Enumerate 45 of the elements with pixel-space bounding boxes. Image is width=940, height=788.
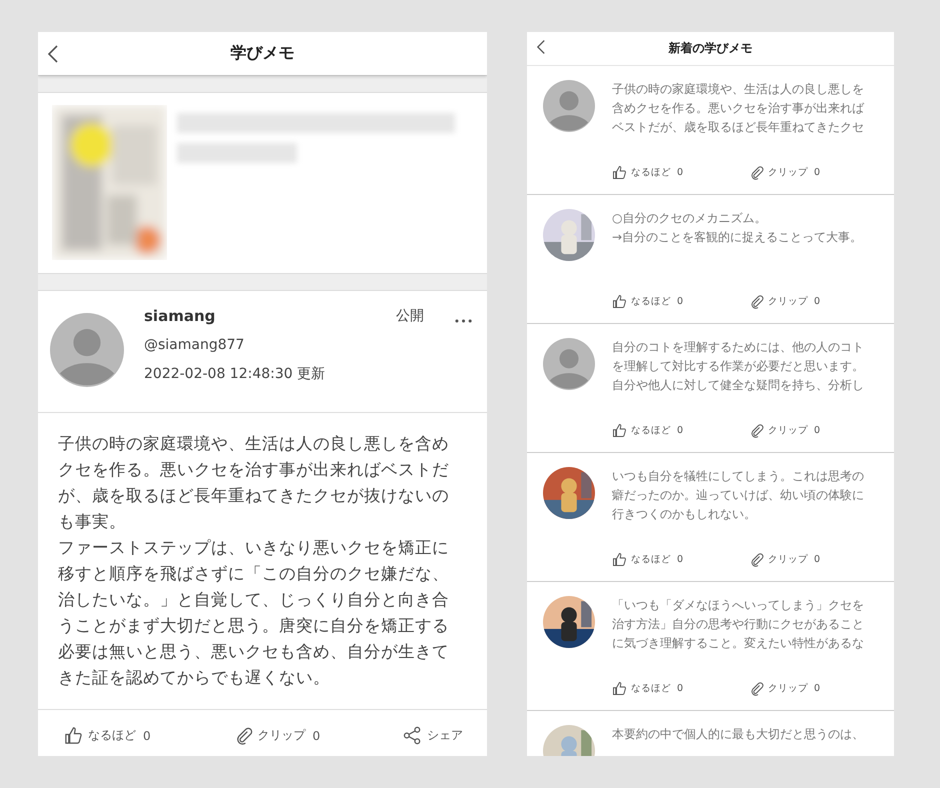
paperclip-icon	[749, 552, 764, 567]
like-button[interactable]: なるほど 0	[612, 552, 684, 567]
author-handle: @siamang877	[144, 337, 246, 353]
updated-time: 2022-02-08 12:48:30 更新	[144, 365, 326, 383]
memo-text: 子供の時の家庭環境や、生活は人の良し悪しを含めクセを作る。悪いクセを治す事が出来ればベストだが、歳を取るほど長年重ねてきたクセが抜けないのも事実。	[58, 433, 450, 533]
like-button[interactable]: なるほど 0	[612, 681, 684, 696]
more-icon[interactable]	[455, 319, 472, 323]
clip-button[interactable]: クリップ 0	[234, 726, 320, 745]
memo-excerpt: 「いつも「ダメなほうへいってしまう」クセを治す方法」自分の思考や行動にクセがあることに気づき理解すること。変えたい特性があるな	[612, 597, 865, 652]
page-title: 新着の学びメモ	[668, 40, 752, 57]
share-icon	[403, 726, 422, 745]
share-button[interactable]: シェア	[403, 726, 463, 745]
back-icon[interactable]	[47, 44, 59, 64]
back-icon[interactable]	[536, 39, 546, 55]
paperclip-icon	[749, 294, 764, 309]
avatar-icon	[543, 338, 595, 390]
thumbs-up-icon	[612, 294, 627, 309]
memo-text: ファーストステップは、いきなり悪いクセを矯正に移すと順序を飛ばさずに「この自分のクセ嫌だな、治したいな。」と自覚して、じっくり自分と向き合うことがまず大切だと思う。唐突に自分を矯正する必要は無いと思う、悪いクセも含め、自分が生きてきた証を認めてからでも遅くない。	[58, 537, 450, 689]
thumbs-up-icon	[612, 681, 627, 696]
memo-excerpt: 本要約の中で個人的に最も大切だと思うのは、	[612, 726, 865, 743]
visibility-label: 公開	[396, 307, 424, 325]
memo-excerpt: ○自分のクセのメカニズム。 →自分のことを客観的に捉えることって大事。	[612, 210, 864, 246]
clip-button[interactable]: クリップ 0	[749, 294, 820, 309]
like-button[interactable]: なるほど 0	[64, 726, 151, 745]
like-button[interactable]: なるほど 0	[612, 423, 684, 438]
clip-button[interactable]: クリップ 0	[749, 165, 820, 180]
page-title: 学びメモ	[230, 43, 294, 64]
thumbs-up-icon	[612, 165, 627, 180]
paperclip-icon	[749, 423, 764, 438]
avatar-icon	[50, 313, 124, 387]
clip-button[interactable]: クリップ 0	[749, 423, 820, 438]
clip-button[interactable]: クリップ 0	[749, 681, 820, 696]
like-button[interactable]: なるほど 0	[612, 294, 684, 309]
author-name: siamang	[144, 307, 216, 325]
paperclip-icon	[749, 681, 764, 696]
paperclip-icon	[749, 165, 764, 180]
thumbs-up-icon	[612, 552, 627, 567]
memo-excerpt: 自分のコトを理解するためには、他の人のコトを理解して対比する作業が必要だと思います。自分や他人に対して健全な疑問を持ち、分析し	[612, 339, 865, 394]
avatar-icon	[543, 80, 595, 132]
thumbs-up-icon	[612, 423, 627, 438]
thumbs-up-icon	[64, 726, 83, 745]
memo-excerpt: いつも自分を犠牲にしてしまう。これは思考の癖だったのか。辿っていけば、幼い頃の体験に行きつくのかもしれない。	[612, 468, 865, 523]
memo-excerpt: 子供の時の家庭環境や、生活は人の良し悪しを含めクセを作る。悪いクセを治す事が出来ればベストだが、歳を取るほど長年重ねてきたクセ	[612, 81, 866, 136]
clip-button[interactable]: クリップ 0	[749, 552, 820, 567]
like-button[interactable]: なるほど 0	[612, 165, 684, 180]
